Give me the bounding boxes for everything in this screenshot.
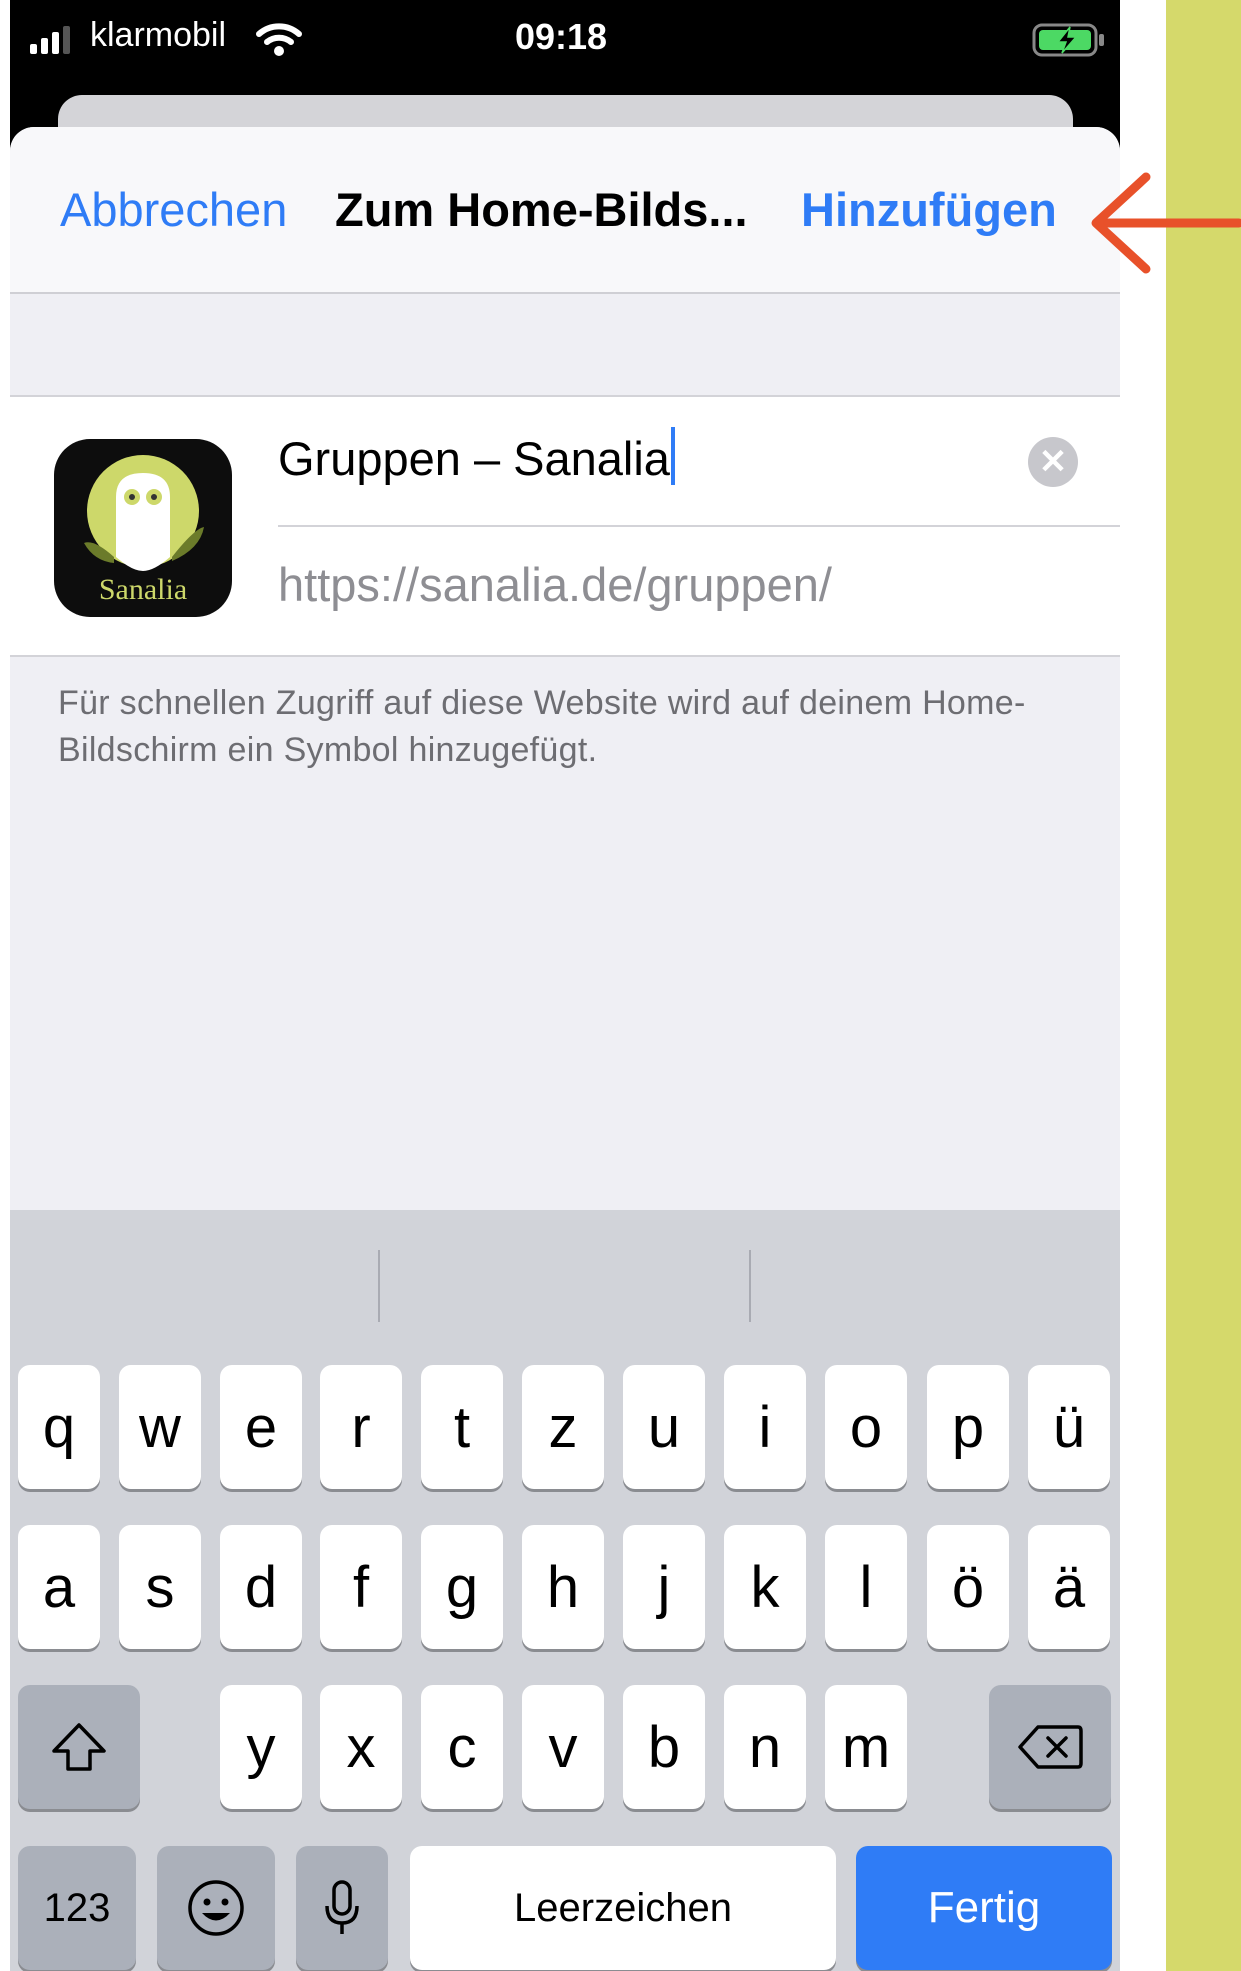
key-r[interactable]: r: [320, 1365, 402, 1489]
side-strip: [1166, 0, 1241, 1971]
footer-note: Für schnellen Zugriff auf diese Website …: [58, 684, 1026, 769]
add-button[interactable]: Hinzufügen: [801, 182, 1057, 237]
field-divider: [278, 525, 1120, 527]
key-g[interactable]: g: [421, 1525, 503, 1649]
status-bar: klarmobil 09:18: [10, 0, 1120, 80]
sheet-title: Zum Home-Bilds...: [335, 183, 748, 236]
key-b[interactable]: b: [623, 1685, 705, 1809]
key-i[interactable]: i: [724, 1365, 806, 1489]
key-d[interactable]: d: [220, 1525, 302, 1649]
phone-screen: klarmobil 09:18 Abbrechen Zum Home-Bilds…: [10, 0, 1120, 1971]
cancel-button[interactable]: Abbrechen: [60, 182, 287, 237]
emoji-key[interactable]: [157, 1846, 275, 1970]
key-y[interactable]: y: [220, 1685, 302, 1809]
key-u[interactable]: u: [623, 1365, 705, 1489]
icon-wordmark: Sanalia: [99, 573, 187, 606]
key-c[interactable]: c: [421, 1685, 503, 1809]
battery-charging-icon: [1032, 23, 1104, 57]
backspace-icon: [1018, 1725, 1083, 1769]
bookmark-form: Sanalia Gruppen – Sanalia ✕ https://sana…: [10, 395, 1120, 657]
wifi-icon: [256, 23, 302, 56]
key-ue[interactable]: ü: [1028, 1365, 1110, 1489]
site-icon: Sanalia: [54, 439, 232, 617]
carrier-name: klarmobil: [90, 16, 227, 54]
key-s[interactable]: s: [119, 1525, 201, 1649]
key-l[interactable]: l: [825, 1525, 907, 1649]
clock: 09:18: [515, 16, 608, 57]
key-x[interactable]: x: [320, 1685, 402, 1809]
title-input-value: Gruppen – Sanalia: [278, 432, 670, 485]
suggestion-divider: [378, 1250, 380, 1322]
space-key[interactable]: Leerzeichen: [410, 1846, 836, 1970]
title-input[interactable]: Gruppen – Sanalia: [278, 427, 675, 486]
keyboard: q w e r t z u i o p ü a s d f g h j k l …: [10, 1210, 1120, 1971]
key-p[interactable]: p: [927, 1365, 1009, 1489]
key-n[interactable]: n: [724, 1685, 806, 1809]
navigation-bar: Abbrechen Zum Home-Bilds... Hinzufügen: [10, 127, 1120, 294]
clear-text-button[interactable]: ✕: [1028, 437, 1078, 487]
emoji-icon: [188, 1880, 244, 1936]
owl-logo-icon: Sanalia: [84, 455, 204, 606]
microphone-icon: [325, 1880, 359, 1934]
suggestion-divider: [749, 1250, 751, 1322]
key-z[interactable]: z: [522, 1365, 604, 1489]
key-f[interactable]: f: [320, 1525, 402, 1649]
dictation-key[interactable]: [296, 1846, 388, 1970]
key-m[interactable]: m: [825, 1685, 907, 1809]
key-e[interactable]: e: [220, 1365, 302, 1489]
key-j[interactable]: j: [623, 1525, 705, 1649]
key-w[interactable]: w: [119, 1365, 201, 1489]
shift-icon: [52, 1723, 106, 1771]
url-field: https://sanalia.de/gruppen/: [278, 558, 832, 611]
done-key[interactable]: Fertig: [856, 1846, 1112, 1970]
key-k[interactable]: k: [724, 1525, 806, 1649]
key-v[interactable]: v: [522, 1685, 604, 1809]
key-o[interactable]: o: [825, 1365, 907, 1489]
delete-key[interactable]: [989, 1685, 1111, 1809]
shift-key[interactable]: [18, 1685, 140, 1809]
red-arrow-pointer: [1091, 172, 1241, 274]
text-cursor: [670, 427, 675, 485]
numbers-key[interactable]: 123: [18, 1846, 136, 1970]
signal-icon: [30, 26, 70, 54]
key-q[interactable]: q: [18, 1365, 100, 1489]
key-oe[interactable]: ö: [927, 1525, 1009, 1649]
key-t[interactable]: t: [421, 1365, 503, 1489]
key-ae[interactable]: ä: [1028, 1525, 1110, 1649]
key-h[interactable]: h: [522, 1525, 604, 1649]
key-a[interactable]: a: [18, 1525, 100, 1649]
